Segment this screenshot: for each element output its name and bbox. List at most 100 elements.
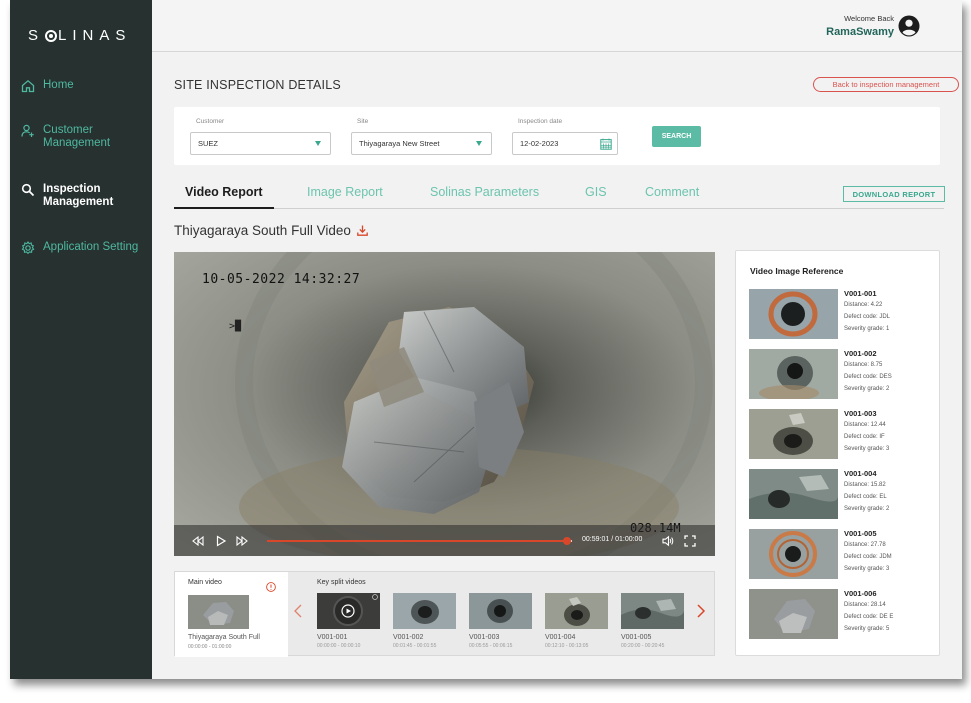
inspection-date-value: 12-02-2023 — [520, 139, 559, 148]
info-icon[interactable] — [266, 582, 276, 592]
download-icon[interactable] — [357, 225, 368, 236]
sidebar-item-inspection-management[interactable]: Inspection Management — [21, 183, 136, 209]
video-progress-bar[interactable] — [267, 537, 572, 545]
reference-item[interactable]: V001-004 Distance: 15.82 Defect code: EL… — [749, 469, 929, 520]
reference-id: V001-003 — [844, 409, 877, 418]
reference-distance: Distance: 12.44 — [844, 422, 886, 428]
sidebar-item-application-setting[interactable]: Application Setting — [21, 241, 138, 255]
tab-gis[interactable]: GIS — [585, 185, 607, 199]
customer-label: Customer — [196, 118, 225, 125]
tab-video-report[interactable]: Video Report — [185, 185, 263, 199]
active-tab-indicator — [174, 207, 274, 209]
reference-id: V001-002 — [844, 349, 877, 358]
reference-distance: Distance: 27.78 — [844, 542, 886, 548]
fast-forward-icon[interactable] — [236, 535, 248, 547]
home-icon — [21, 79, 35, 93]
video-progress-fill — [267, 540, 567, 542]
reference-severity: Severity grade: 3 — [844, 446, 890, 452]
reference-item[interactable]: V001-006 Distance: 28.14 Defect code: DE… — [749, 589, 929, 640]
reference-severity: Severity grade: 2 — [844, 386, 890, 392]
reference-distance: Distance: 28.14 — [844, 602, 886, 608]
reference-distance: Distance: 15.82 — [844, 482, 886, 488]
reference-defect-code: Defect code: DE E — [844, 614, 894, 620]
reference-item[interactable]: V001-001 Distance: 4.22 Defect code: JDL… — [749, 289, 929, 340]
split-video-name: V001-003 — [469, 634, 500, 641]
split-video-thumbnail — [621, 593, 684, 629]
video-strip: Main video Thiyagaraya South Full 00:00:… — [174, 571, 715, 657]
reference-thumbnail — [749, 529, 838, 579]
split-video-thumbnail — [317, 593, 380, 629]
rewind-icon[interactable] — [192, 535, 204, 547]
video-title: Thiyagaraya South Full Video — [174, 223, 368, 238]
reference-defect-code: Defect code: IF — [844, 434, 885, 440]
site-value: Thiyagaraya New Street — [359, 139, 440, 148]
video-time-display: 00:59:01 / 01:00:00 — [582, 536, 643, 543]
download-report-button[interactable]: DOWNLOAD REPORT — [843, 186, 945, 202]
video-timestamp-overlay: 10-05-2022 14:32:27 — [202, 272, 361, 287]
site-select[interactable]: Thiyagaraya New Street — [351, 132, 492, 155]
split-video-time: 00:00:00 - 00:00:10 — [317, 643, 361, 649]
key-split-videos-label: Key split videos — [317, 579, 366, 586]
main-video-name: Thiyagaraya South Full — [188, 634, 260, 641]
main-video-card[interactable]: Main video Thiyagaraya South Full 00:00:… — [175, 572, 288, 657]
sidebar-item-label: Inspection Management — [43, 183, 114, 208]
back-to-inspection-management-button[interactable]: Back to inspection management — [813, 77, 959, 92]
sidebar: S LINAS Home Customer Management Inspecti… — [10, 0, 152, 679]
reference-thumbnail — [749, 469, 838, 519]
tab-image-report[interactable]: Image Report — [307, 185, 383, 199]
inspection-date-input[interactable]: 12-02-2023 — [512, 132, 618, 155]
welcome-text: Welcome Back — [844, 14, 894, 23]
split-video-name: V001-005 — [621, 634, 652, 641]
dropdown-arrow-icon — [476, 141, 482, 146]
search-button[interactable]: SEARCH — [652, 126, 701, 147]
tab-solinas-parameters[interactable]: Solinas Parameters — [430, 185, 539, 199]
reference-panel-title: Video Image Reference — [750, 266, 844, 276]
video-player[interactable]: 10-05-2022 14:32:27 >█ 028.14M 00:59:01 … — [174, 252, 715, 556]
split-video-thumbnail — [545, 593, 608, 629]
customer-select[interactable]: SUEZ — [190, 132, 331, 155]
reference-thumbnail — [749, 589, 838, 639]
app-window: S LINAS Home Customer Management Inspecti… — [10, 0, 962, 679]
top-header: Welcome Back RamaSwamy — [152, 0, 962, 52]
split-video-thumbnail — [469, 593, 532, 629]
tab-comment[interactable]: Comment — [645, 185, 699, 199]
chevron-left-icon[interactable] — [293, 604, 303, 618]
split-video-name: V001-004 — [545, 634, 576, 641]
reference-severity: Severity grade: 3 — [844, 566, 890, 572]
solinas-logo: S LINAS — [28, 27, 132, 44]
split-video-thumbnail — [393, 593, 456, 629]
user-add-icon — [21, 124, 34, 137]
volume-icon[interactable] — [662, 535, 674, 547]
calendar-icon[interactable] — [600, 138, 612, 150]
sidebar-item-label: Application Setting — [43, 241, 139, 253]
video-progress-handle[interactable] — [562, 537, 571, 545]
fullscreen-icon[interactable] — [684, 535, 696, 547]
reference-defect-code: Defect code: DES — [844, 374, 892, 380]
avatar-icon[interactable] — [898, 15, 920, 37]
reference-id: V001-005 — [844, 529, 877, 538]
dropdown-arrow-icon — [315, 141, 321, 146]
sidebar-item-home[interactable]: Home — [21, 79, 74, 93]
username[interactable]: RamaSwamy — [826, 26, 894, 38]
reference-item[interactable]: V001-005 Distance: 27.78 Defect code: JD… — [749, 529, 929, 580]
sidebar-item-customer-management[interactable]: Customer Management — [21, 124, 131, 150]
reference-item[interactable]: V001-003 Distance: 12.44 Defect code: IF… — [749, 409, 929, 460]
reference-item[interactable]: V001-002 Distance: 8.75 Defect code: DES… — [749, 349, 929, 400]
reference-id: V001-001 — [844, 289, 877, 298]
filter-panel: Customer SUEZ Site Thiyagaraya New Stree… — [174, 107, 940, 165]
reference-defect-code: Defect code: JDM — [844, 554, 892, 560]
chevron-right-icon[interactable] — [696, 604, 706, 618]
reference-thumbnail — [749, 289, 838, 339]
split-video-name: V001-001 — [317, 634, 348, 641]
split-video-time: 00:20:00 - 00:20:45 — [621, 643, 665, 649]
play-icon[interactable] — [215, 535, 227, 547]
page-title: SITE INSPECTION DETAILS — [174, 78, 341, 92]
sidebar-item-label: Customer Management — [43, 124, 111, 149]
video-controls: 00:59:01 / 01:00:00 — [174, 525, 715, 556]
split-video-time: 00:05:55 - 00:06:15 — [469, 643, 513, 649]
split-video-time: 00:01:45 - 00:01:55 — [393, 643, 437, 649]
reference-distance: Distance: 8.75 — [844, 362, 883, 368]
video-cursor-overlay: >█ — [229, 321, 242, 332]
pipe-inspection-frame — [174, 252, 715, 556]
sidebar-item-label: Home — [43, 79, 74, 91]
